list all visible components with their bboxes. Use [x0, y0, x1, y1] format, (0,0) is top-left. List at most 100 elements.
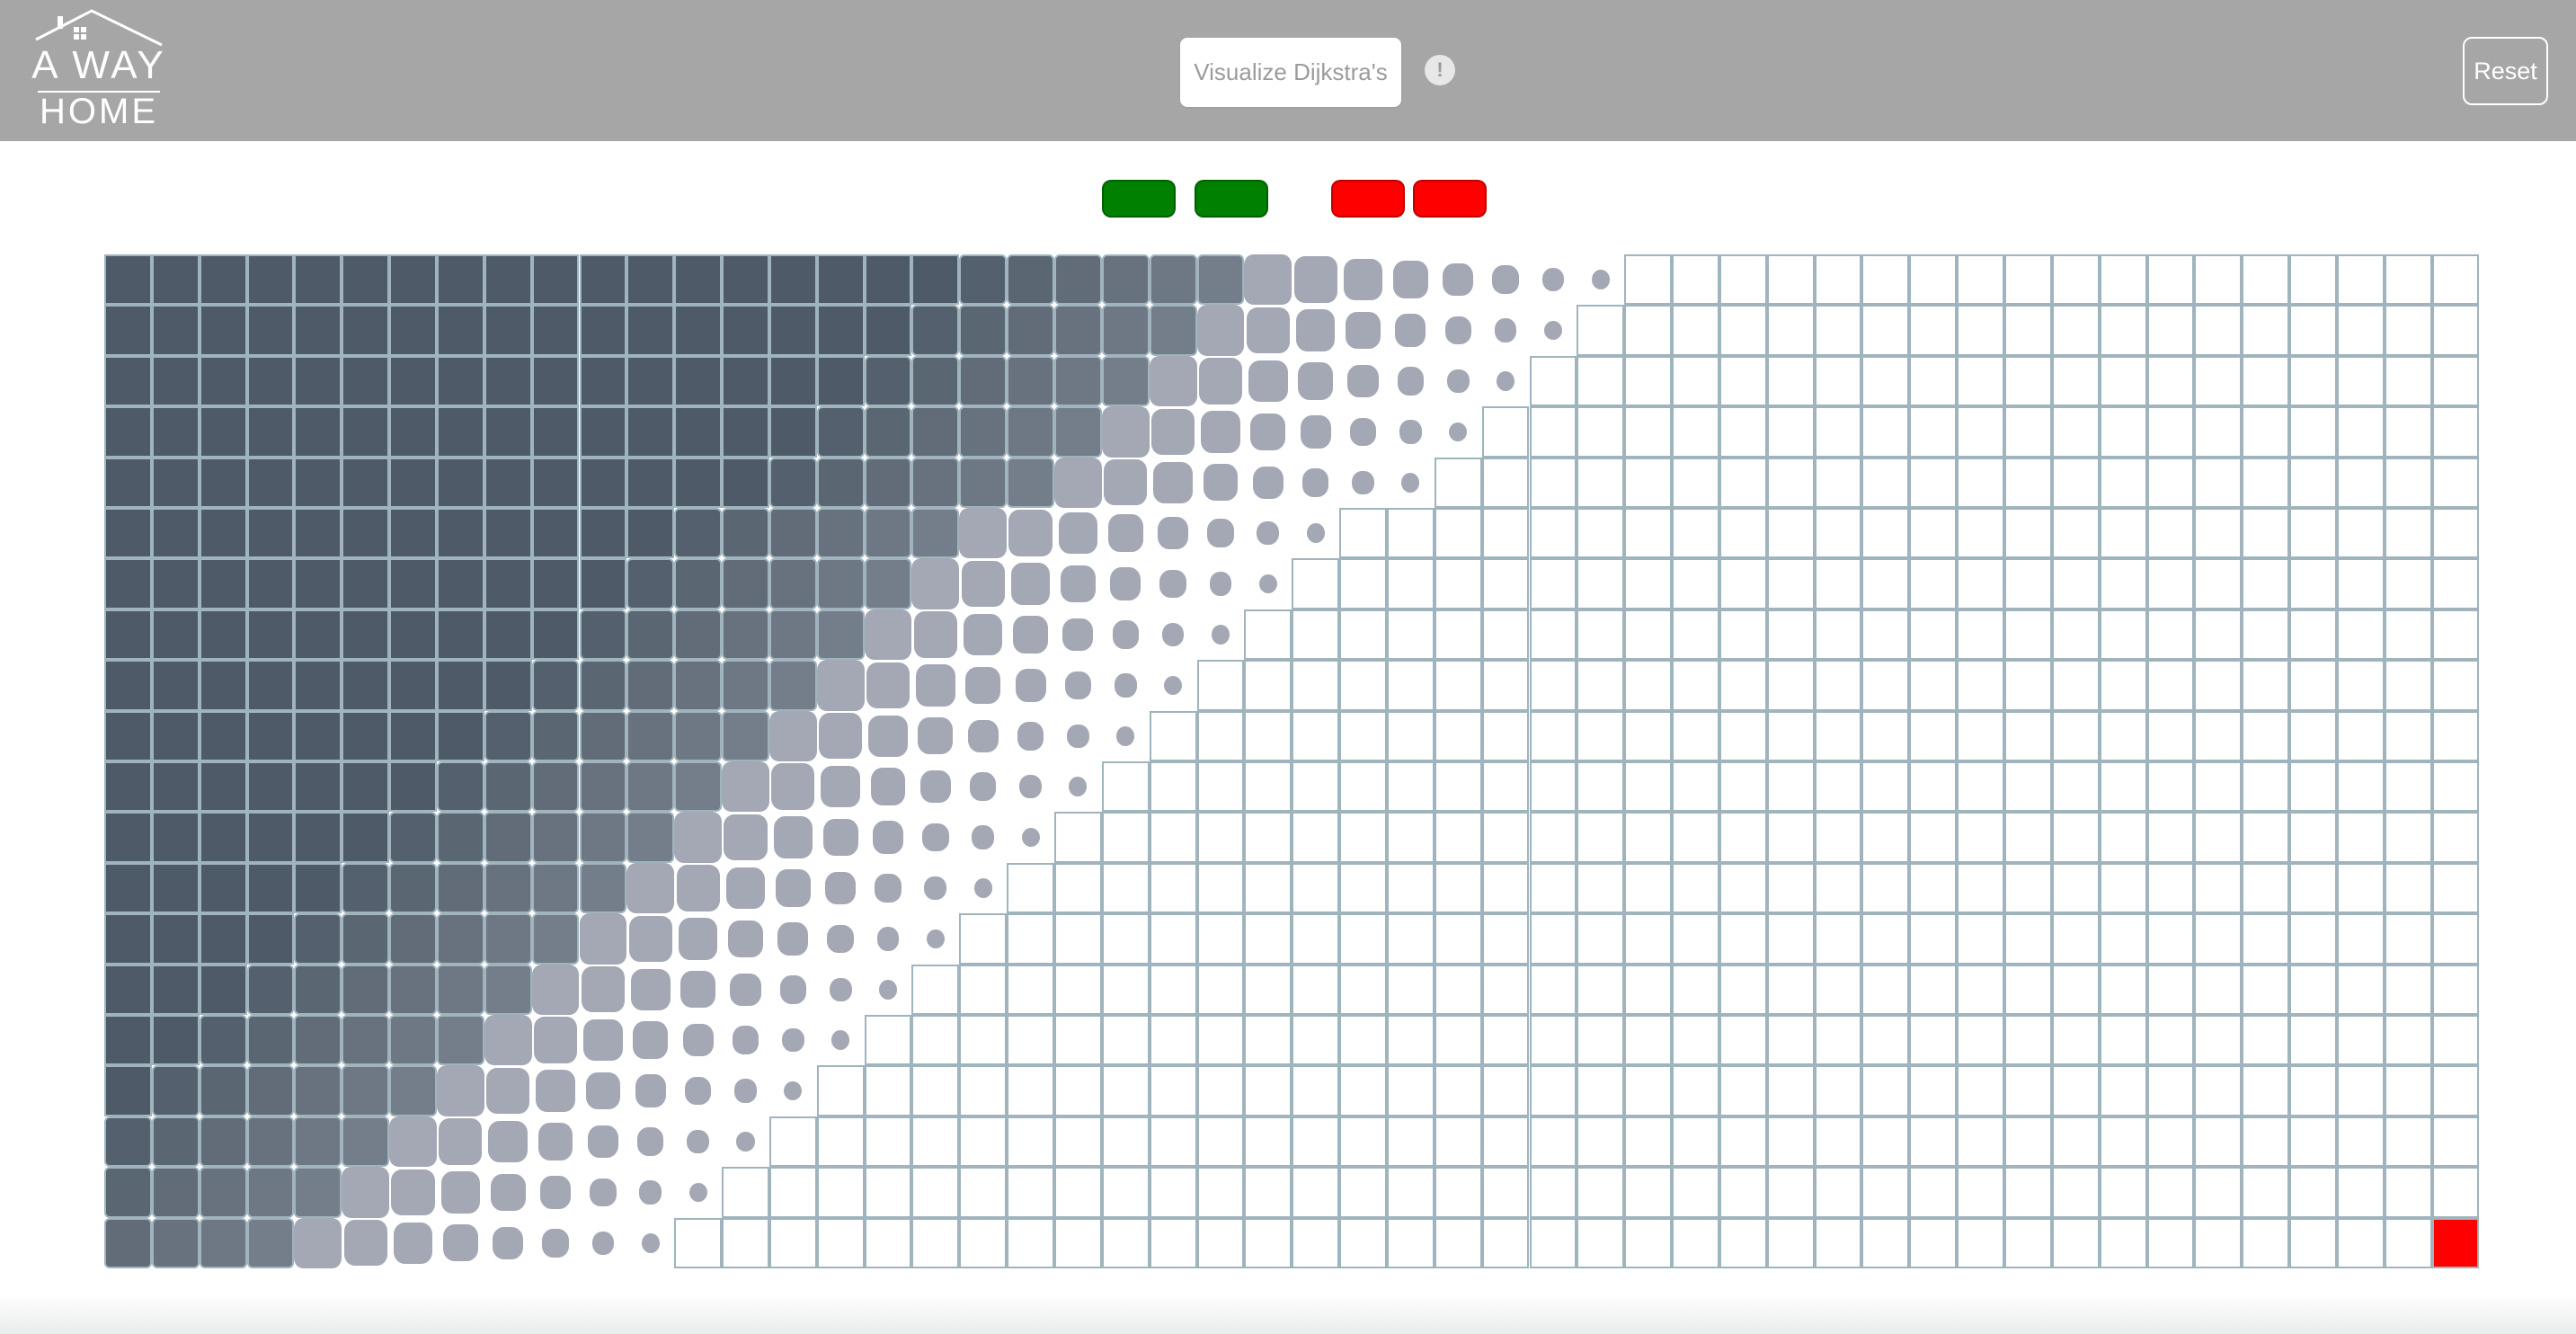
grid-cell[interactable] — [1529, 406, 1577, 458]
grid-cell[interactable] — [816, 1116, 865, 1168]
grid-cell[interactable] — [2004, 1217, 2052, 1268]
grid-cell[interactable] — [1161, 622, 1185, 647]
grid-cell[interactable] — [531, 913, 580, 965]
grid-cell[interactable] — [2146, 305, 2195, 356]
grid-cell[interactable] — [389, 355, 437, 407]
grid-cell[interactable] — [1149, 254, 1197, 306]
grid-cell[interactable] — [1624, 1015, 1673, 1066]
grid-cell[interactable] — [2099, 1065, 2147, 1116]
grid-cell[interactable] — [1203, 464, 1239, 502]
grid-cell[interactable] — [2004, 355, 2052, 407]
grid-cell[interactable] — [1244, 964, 1292, 1015]
grid-cell[interactable] — [531, 254, 580, 306]
grid-cell[interactable] — [579, 710, 627, 761]
grid-cell[interactable] — [1719, 355, 1767, 407]
grid-cell[interactable] — [1292, 862, 1340, 914]
grid-cell[interactable] — [542, 1229, 569, 1258]
grid-cell[interactable] — [2099, 355, 2147, 407]
grid-cell[interactable] — [1719, 254, 1767, 306]
grid-cell[interactable] — [2004, 457, 2052, 508]
grid-cell[interactable] — [1529, 457, 1577, 508]
grid-cell[interactable] — [1909, 812, 1958, 863]
grid-cell[interactable] — [1386, 1116, 1435, 1168]
grid-cell[interactable] — [1909, 913, 1958, 965]
grid-cell[interactable] — [1529, 1015, 1577, 1066]
grid-cell[interactable] — [1481, 1015, 1530, 1066]
grid-cell[interactable] — [2146, 913, 2195, 965]
grid-cell[interactable] — [1577, 812, 1625, 863]
grid-cell[interactable] — [531, 508, 580, 559]
grid-cell[interactable] — [531, 558, 580, 609]
grid-cell[interactable] — [1434, 1015, 1482, 1066]
grid-cell[interactable] — [1577, 1217, 1625, 1268]
grid-cell[interactable] — [199, 1116, 247, 1168]
grid-cell[interactable] — [389, 1116, 437, 1168]
grid-cell[interactable] — [1386, 913, 1435, 965]
grid-cell[interactable] — [637, 1127, 664, 1156]
grid-cell[interactable] — [1021, 827, 1040, 848]
grid-cell[interactable] — [1814, 862, 1862, 914]
grid-cell[interactable] — [391, 1169, 435, 1216]
grid-cell[interactable] — [294, 305, 342, 356]
grid-cell[interactable] — [768, 305, 817, 356]
grid-cell[interactable] — [2431, 406, 2480, 458]
grid-cell[interactable] — [199, 862, 247, 914]
grid-cell[interactable] — [816, 1065, 865, 1116]
grid-cell[interactable] — [1497, 371, 1515, 391]
grid-cell[interactable] — [342, 1065, 390, 1116]
grid-cell[interactable] — [2431, 964, 2480, 1015]
grid-cell[interactable] — [2146, 609, 2195, 661]
grid-cell[interactable] — [872, 821, 904, 854]
grid-cell[interactable] — [2289, 913, 2337, 965]
grid-cell[interactable] — [1149, 964, 1197, 1015]
grid-cell[interactable] — [1196, 1217, 1245, 1268]
grid-cell[interactable] — [1577, 457, 1625, 508]
grid-cell[interactable] — [1541, 267, 1565, 292]
grid-cell[interactable] — [1766, 1015, 1815, 1066]
grid-cell[interactable] — [1719, 812, 1767, 863]
grid-cell[interactable] — [1529, 1217, 1577, 1268]
target-node[interactable] — [2431, 1217, 2480, 1268]
grid-cell[interactable] — [342, 406, 390, 458]
grid-cell[interactable] — [2289, 457, 2337, 508]
grid-cell[interactable] — [2194, 254, 2243, 306]
grid-cell[interactable] — [1957, 660, 2004, 711]
grid-cell[interactable] — [1814, 355, 1862, 407]
grid-cell[interactable] — [579, 254, 627, 306]
grid-cell[interactable] — [1909, 1167, 1958, 1218]
grid-cell[interactable] — [2289, 812, 2337, 863]
grid-cell[interactable] — [1624, 710, 1673, 761]
grid-cell[interactable] — [736, 1132, 755, 1152]
grid-cell[interactable] — [104, 254, 152, 306]
grid-cell[interactable] — [151, 355, 200, 407]
grid-cell[interactable] — [1577, 406, 1625, 458]
grid-cell[interactable] — [779, 975, 807, 1004]
grid-cell[interactable] — [1054, 1065, 1102, 1116]
grid-cell[interactable] — [2242, 964, 2290, 1015]
grid-cell[interactable] — [1814, 1167, 1862, 1218]
grid-cell[interactable] — [2194, 862, 2243, 914]
grid-cell[interactable] — [1672, 1167, 1719, 1218]
grid-cell[interactable] — [1814, 305, 1862, 356]
grid-cell[interactable] — [246, 1015, 295, 1066]
grid-cell[interactable] — [484, 1015, 532, 1066]
grid-cell[interactable] — [864, 406, 912, 458]
grid-cell[interactable] — [531, 609, 580, 661]
grid-cell[interactable] — [1577, 609, 1625, 661]
grid-cell[interactable] — [1957, 355, 2004, 407]
grid-cell[interactable] — [959, 355, 1008, 407]
grid-cell[interactable] — [1434, 913, 1482, 965]
grid-cell[interactable] — [2099, 964, 2147, 1015]
grid-cell[interactable] — [2336, 558, 2385, 609]
grid-cell[interactable] — [1149, 305, 1197, 356]
grid-cell[interactable] — [246, 660, 295, 711]
grid-cell[interactable] — [199, 457, 247, 508]
grid-cell[interactable] — [2431, 609, 2480, 661]
grid-cell[interactable] — [1201, 411, 1240, 453]
grid-cell[interactable] — [389, 812, 437, 863]
grid-cell[interactable] — [919, 769, 951, 804]
grid-cell[interactable] — [1444, 316, 1471, 345]
grid-cell[interactable] — [294, 1015, 342, 1066]
grid-cell[interactable] — [104, 1065, 152, 1116]
grid-cell[interactable] — [1909, 761, 1958, 813]
